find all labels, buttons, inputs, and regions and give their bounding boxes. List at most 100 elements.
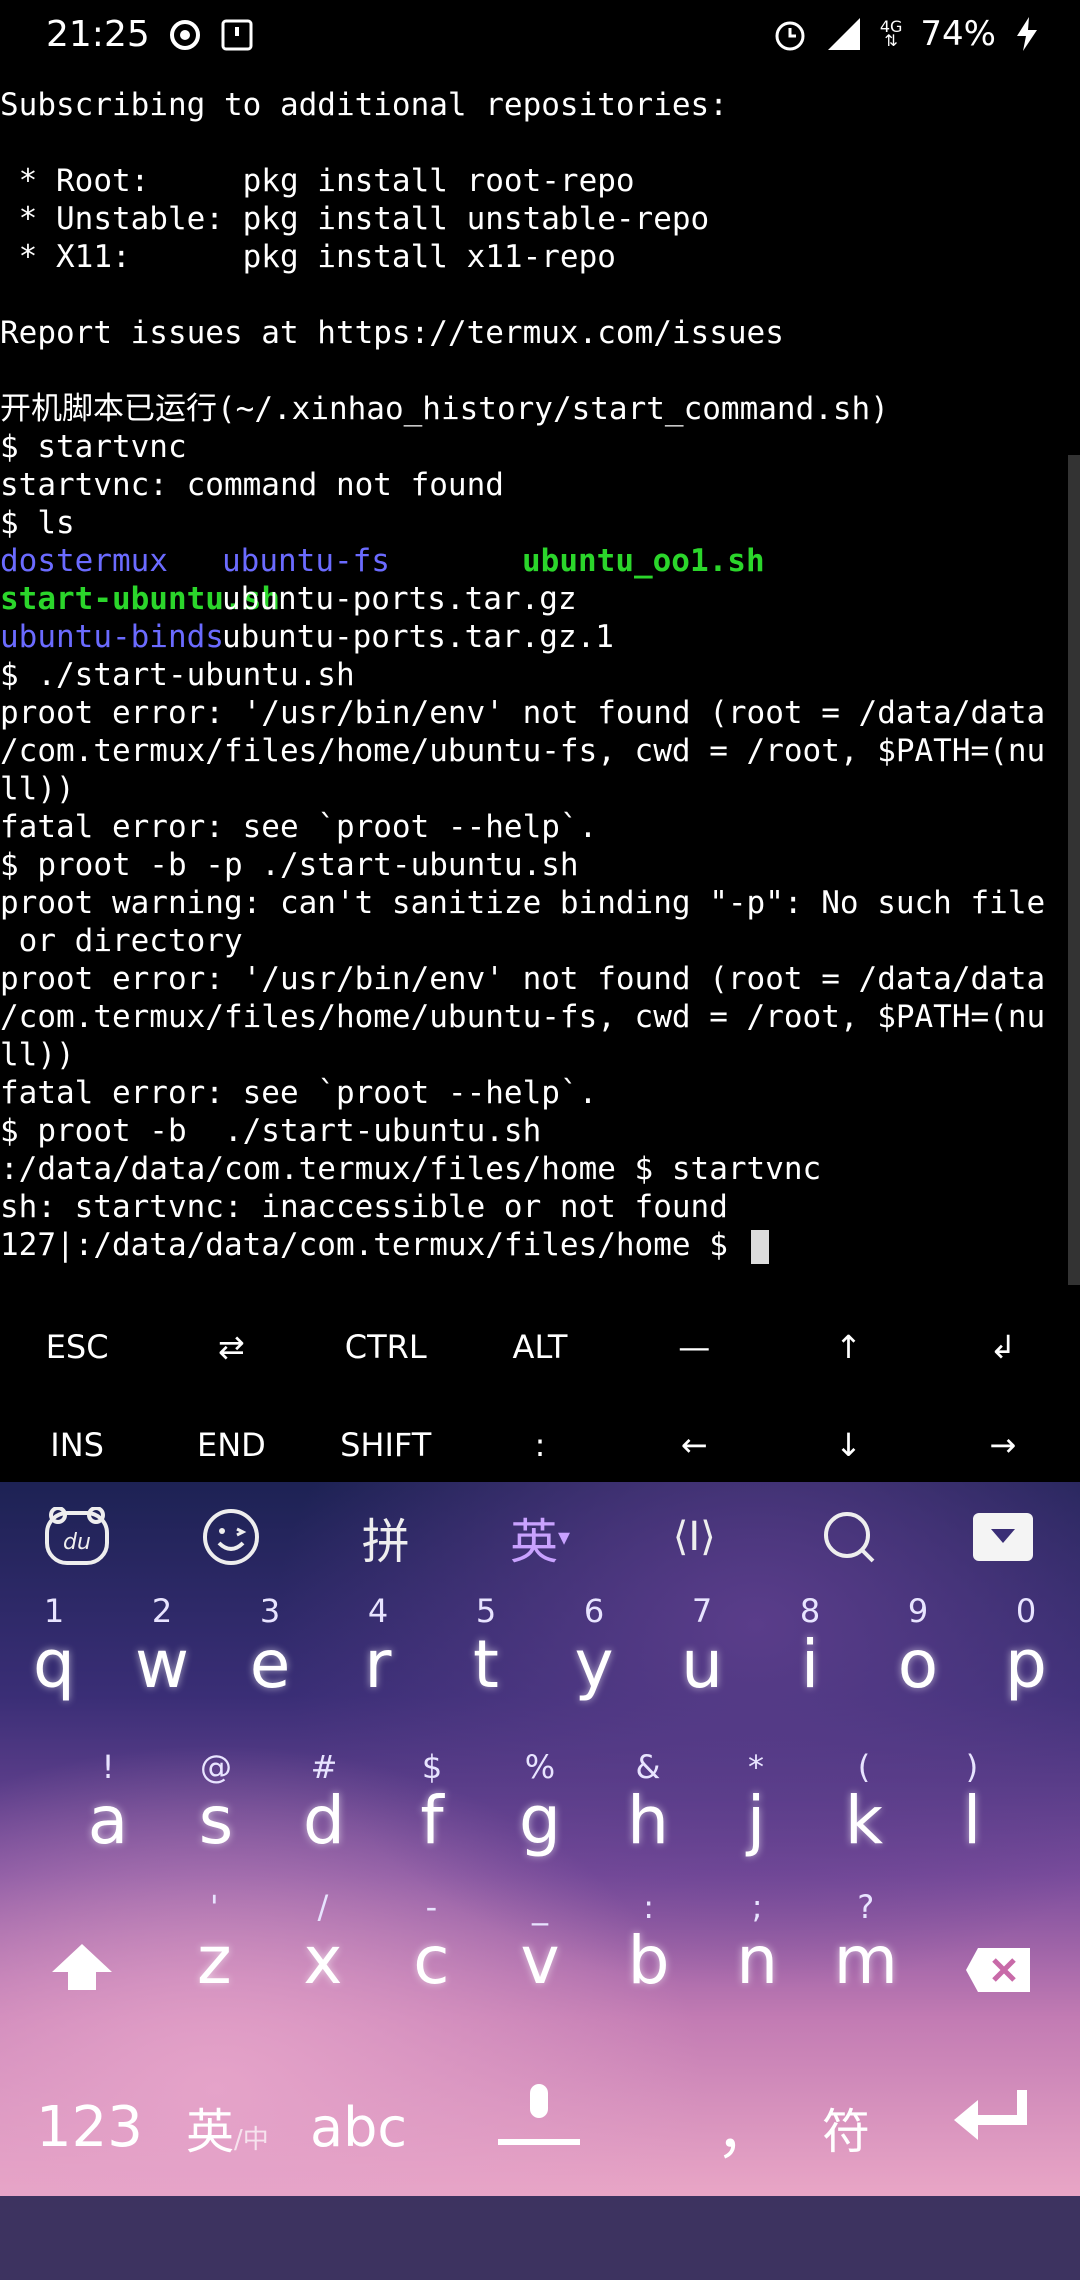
key-e[interactable]: 3e — [216, 1592, 324, 1706]
key-q[interactable]: 1q — [0, 1592, 108, 1706]
pinyin-label: 拼 — [361, 1514, 410, 1570]
battery-charging-icon — [1014, 16, 1040, 52]
key-m[interactable]: ? m — [811, 1888, 920, 2002]
space-bar[interactable] — [494, 2082, 584, 2152]
key-r[interactable]: 4r — [324, 1592, 432, 1706]
terminal-line: ll)) — [0, 770, 1070, 808]
enter-key[interactable]: ↲ — [926, 1328, 1080, 1366]
end-key[interactable]: END — [154, 1426, 308, 1464]
terminal-line: $ startvnc — [0, 428, 1070, 466]
ctrl-key[interactable]: CTRL — [309, 1328, 463, 1366]
key-hint: - — [425, 1888, 438, 1926]
terminal-scrollbar[interactable] — [1068, 455, 1080, 1285]
cursor-move-button[interactable]: ⟨I⟩ — [617, 1514, 771, 1560]
up-arrow-key[interactable]: ↑ — [771, 1328, 925, 1366]
shift-button[interactable] — [50, 1942, 114, 1998]
terminal-line-text: * X11: pkg install x11-repo — [0, 239, 616, 275]
terminal-line-text: * Unstable: pkg install unstable-repo — [0, 201, 710, 237]
key-j[interactable]: * j — [702, 1748, 810, 1862]
key-c[interactable]: -c — [377, 1888, 486, 2002]
battery-percent: 74% — [920, 14, 996, 54]
terminal-line: proot error: '/usr/bin/env' not found (r… — [0, 960, 1070, 998]
right-arrow-key[interactable]: → — [926, 1426, 1080, 1464]
key-x[interactable]: / x — [269, 1888, 378, 2002]
key-k[interactable]: (k — [810, 1748, 918, 1862]
key-g[interactable]: % g — [486, 1748, 594, 1862]
key-hint: : — [643, 1888, 654, 1926]
key-y[interactable]: 6y — [540, 1592, 648, 1706]
terminal-line-text: 127|:/data/data/com.termux/files/home $ — [0, 1227, 747, 1263]
key-i[interactable]: 8i — [756, 1592, 864, 1706]
terminal-line: proot warning: can't sanitize binding "-… — [0, 884, 1070, 922]
signal-icon — [826, 16, 862, 52]
terminal-line: ubuntu-binds ubuntu-ports.tar.gz.1 — [0, 618, 1070, 656]
extra-keys-row-2: INS END SHIFT : ← ↓ → — [0, 1396, 1080, 1494]
key-hint: 8 — [799, 1592, 821, 1630]
numbers-button[interactable]: 123 — [36, 2095, 143, 2160]
comma-button[interactable]: ， — [716, 2085, 774, 2169]
terminal-line: Report issues at https://termux.com/issu… — [0, 314, 1070, 352]
navigation-bar — [0, 2196, 1080, 2280]
key-hint: 4 — [367, 1592, 389, 1630]
key-d[interactable]: # d — [270, 1748, 378, 1862]
key-hint: $ — [421, 1748, 443, 1786]
terminal-line: $ proot -b -p ./start-ubuntu.sh — [0, 846, 1070, 884]
shift-key[interactable]: SHIFT — [309, 1426, 463, 1464]
key-b[interactable]: :b — [594, 1888, 703, 2002]
colon-key[interactable]: : — [463, 1426, 617, 1464]
dash-key[interactable]: — — [617, 1328, 771, 1366]
data-arrows-icon: 4G ⇅ — [879, 17, 903, 50]
status-bar: 21:25 4G ⇅ 74% — [0, 0, 1080, 80]
esc-key[interactable]: ESC — [0, 1328, 154, 1366]
key-z[interactable]: ' z — [160, 1888, 269, 2002]
key-v[interactable]: _ v — [486, 1888, 595, 2002]
key-o[interactable]: 9o — [864, 1592, 972, 1706]
key-h[interactable]: & h — [594, 1748, 702, 1862]
key-hint: % — [524, 1748, 556, 1786]
key-t[interactable]: 5t — [432, 1592, 540, 1706]
key-hint: ) — [965, 1748, 979, 1786]
ls-entry: ubuntu-fs — [222, 543, 390, 579]
hotspot-icon — [168, 18, 202, 52]
key-p[interactable]: 0p — [972, 1592, 1080, 1706]
terminal-line: fatal error: see `proot --help`. — [0, 1074, 1070, 1112]
symbols-button[interactable]: 符 — [822, 2092, 870, 2162]
language-switch-button[interactable]: 英/中 — [186, 2092, 269, 2162]
terminal-line-text: ll)) — [0, 771, 75, 807]
key-hint: 6 — [583, 1592, 605, 1630]
key-hint: 9 — [907, 1592, 929, 1630]
key-w[interactable]: 2w — [108, 1592, 216, 1706]
key-hint: ; — [751, 1888, 763, 1926]
tab-key[interactable]: ⇄ — [154, 1328, 308, 1366]
terminal-line-text: sh: startvnc: inaccessible or not found — [0, 1189, 728, 1225]
terminal-line: $ ls — [0, 504, 1070, 542]
key-l[interactable]: ) l — [918, 1748, 1026, 1862]
abc-button[interactable]: abc — [310, 2096, 407, 2159]
enter-button[interactable] — [952, 2086, 1032, 2154]
alt-key[interactable]: ALT — [463, 1328, 617, 1366]
terminal-output[interactable]: Subscribing to additional repositories: … — [0, 86, 1070, 1286]
key-u[interactable]: 7u — [648, 1592, 756, 1706]
baidu-logo-icon[interactable]: du — [0, 1507, 154, 1567]
terminal-line-text: Subscribing to additional repositories: — [0, 87, 728, 123]
down-arrow-key[interactable]: ↓ — [771, 1426, 925, 1464]
pinyin-mode-button[interactable]: 拼 — [309, 1502, 463, 1572]
emoji-icon[interactable] — [154, 1507, 308, 1567]
left-arrow-key[interactable]: ← — [617, 1426, 771, 1464]
key-hint: ( — [857, 1748, 871, 1786]
terminal-line: or directory — [0, 922, 1070, 960]
key-s[interactable]: @ s — [162, 1748, 270, 1862]
svg-text:du: du — [63, 1530, 91, 1555]
key-a[interactable]: ! a — [54, 1748, 162, 1862]
key-f[interactable]: $ f — [378, 1748, 486, 1862]
terminal-line-text: $ proot -b -p ./start-ubuntu.sh — [0, 847, 579, 883]
ins-key[interactable]: INS — [0, 1426, 154, 1464]
hide-keyboard-button[interactable] — [926, 1511, 1080, 1563]
terminal-cursor — [750, 1229, 769, 1264]
backspace-button[interactable] — [964, 1946, 1032, 1998]
search-icon[interactable] — [771, 1507, 925, 1567]
english-mode-button[interactable]: 英 ▾ — [463, 1502, 617, 1572]
key-n[interactable]: ; n — [703, 1888, 812, 2002]
terminal-line-text: startvnc: command not found — [0, 467, 504, 503]
